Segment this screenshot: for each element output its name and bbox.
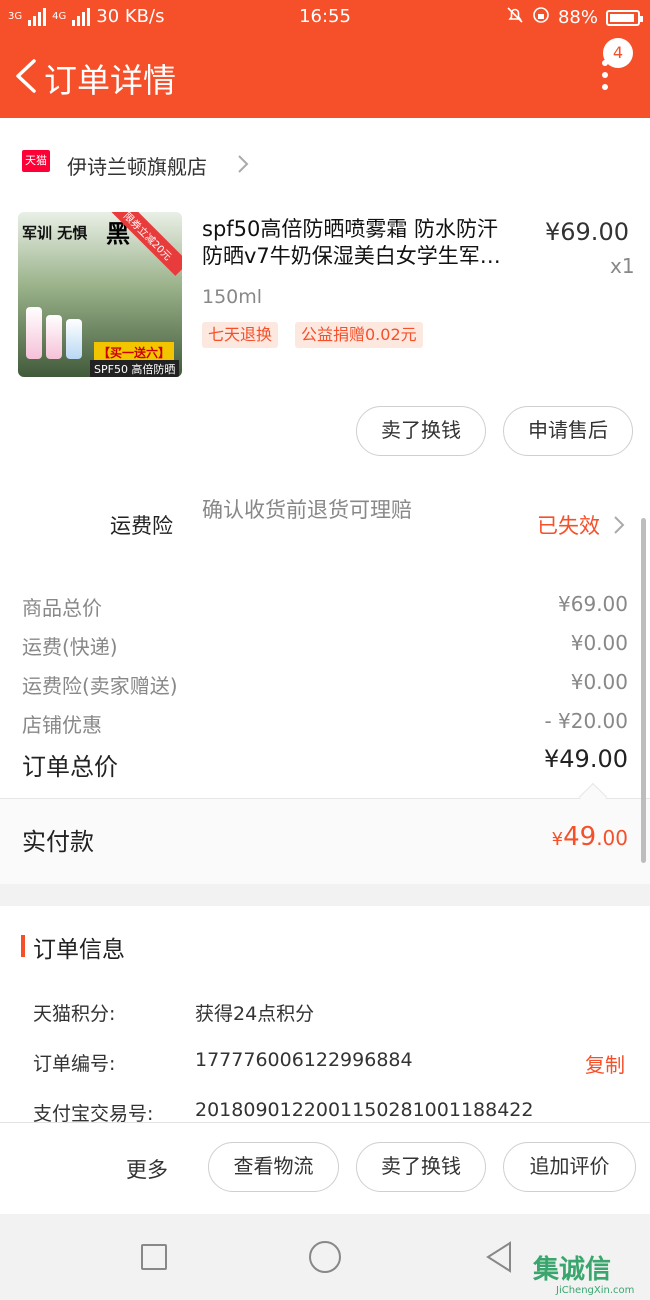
watermark-logo: 集诚信: [533, 1255, 612, 1285]
tag-charity: 公益捐赠0.02元: [295, 322, 423, 348]
recent-apps-icon[interactable]: [141, 1244, 167, 1270]
rotation-lock-icon: [532, 6, 550, 29]
product-title-line2: 防晒v7牛奶保湿美白女学生军…: [202, 244, 501, 268]
tag-seven-day-return: 七天退换: [202, 322, 279, 348]
tmall-badge: 天猫: [22, 150, 50, 172]
price-row-value: ¥0.00: [570, 670, 628, 694]
price-row-value: ¥69.00: [558, 592, 628, 616]
copy-button[interactable]: 复制: [585, 1049, 625, 1078]
battery-percent: 88%: [557, 7, 598, 28]
bottle-shape: [46, 315, 62, 359]
product-thumbnail[interactable]: 军训 无惧 黑 限券立减20元 【买一送六】 SPF50 高倍防晒: [18, 212, 182, 377]
thumb-text-military: 军训 无惧: [22, 224, 88, 242]
battery-icon: [606, 9, 643, 26]
paid-label: 实付款: [22, 828, 94, 856]
section-accent-bar: [21, 935, 25, 957]
order-total-label: 订单总价: [22, 753, 118, 781]
product-price: ¥69.00: [545, 218, 629, 246]
insurance-label: 运费险: [110, 514, 173, 538]
thumb-spf: SPF50 高倍防晒: [90, 360, 180, 377]
message-count-badge: 4: [603, 38, 633, 68]
product-quantity: x1: [610, 254, 635, 278]
back-nav-icon[interactable]: [484, 1240, 514, 1274]
home-icon[interactable]: [309, 1241, 341, 1273]
price-row-value: - ¥20.00: [544, 709, 628, 733]
sell-button[interactable]: 卖了换钱: [356, 406, 486, 456]
back-icon[interactable]: [12, 58, 42, 94]
product-title-line1: spf50高倍防晒喷雾霜 防水防汗: [202, 217, 499, 241]
insurance-description: 确认收货前退货可理赔: [202, 498, 412, 522]
add-review-button[interactable]: 追加评价: [503, 1142, 636, 1192]
chevron-right-icon[interactable]: [612, 514, 626, 536]
product-title[interactable]: spf50高倍防晒喷雾霜 防水防汗 防晒v7牛奶保湿美白女学生军…: [202, 216, 532, 270]
product-sku: 150ml: [202, 286, 263, 308]
price-row-label: 店铺优惠: [22, 713, 102, 737]
scrollbar[interactable]: [641, 518, 646, 863]
paid-currency: ¥: [551, 829, 564, 850]
watermark-url: JiChengXin.com: [556, 1285, 635, 1296]
paid-integer: 49: [563, 822, 597, 852]
info-label: 订单编号:: [33, 1053, 116, 1075]
app-header: 3G 4G 30 KB/s 16:55 88% 订单详情 4: [0, 0, 650, 118]
shop-row[interactable]: 天猫: [22, 150, 50, 172]
status-bar: 3G 4G 30 KB/s 16:55 88%: [0, 0, 650, 36]
page-title: 订单详情: [44, 61, 176, 100]
order-total-value: ¥49.00: [544, 745, 628, 773]
info-value: 获得24点积分: [195, 1003, 315, 1025]
after-sale-button[interactable]: 申请售后: [503, 406, 633, 456]
price-row-label: 商品总价: [22, 596, 102, 620]
more-button[interactable]: 更多: [126, 1154, 168, 1184]
paid-decimal: .00: [596, 826, 628, 850]
view-logistics-button[interactable]: 查看物流: [208, 1142, 339, 1192]
mute-icon: [506, 6, 524, 29]
price-row-value: ¥0.00: [570, 631, 628, 655]
price-row-label: 运费险(卖家赠送): [22, 674, 178, 698]
divider: [0, 798, 650, 799]
paid-amount: ¥49.00: [552, 822, 628, 852]
info-label: 天猫积分:: [33, 1003, 116, 1025]
sell-button-bottom[interactable]: 卖了换钱: [356, 1142, 486, 1192]
bottle-shape: [66, 319, 82, 359]
order-number-value: 177776006122996884: [195, 1049, 413, 1071]
alipay-trade-number: 2018090122001150281001188422: [195, 1099, 534, 1121]
insurance-status[interactable]: 已失效: [537, 510, 600, 540]
bottle-shape: [26, 307, 42, 359]
shop-name[interactable]: 伊诗兰顿旗舰店: [67, 151, 207, 180]
chevron-right-icon: [238, 155, 249, 173]
price-row-label: 运费(快递): [22, 635, 118, 659]
order-info-title: 订单信息: [33, 937, 125, 963]
